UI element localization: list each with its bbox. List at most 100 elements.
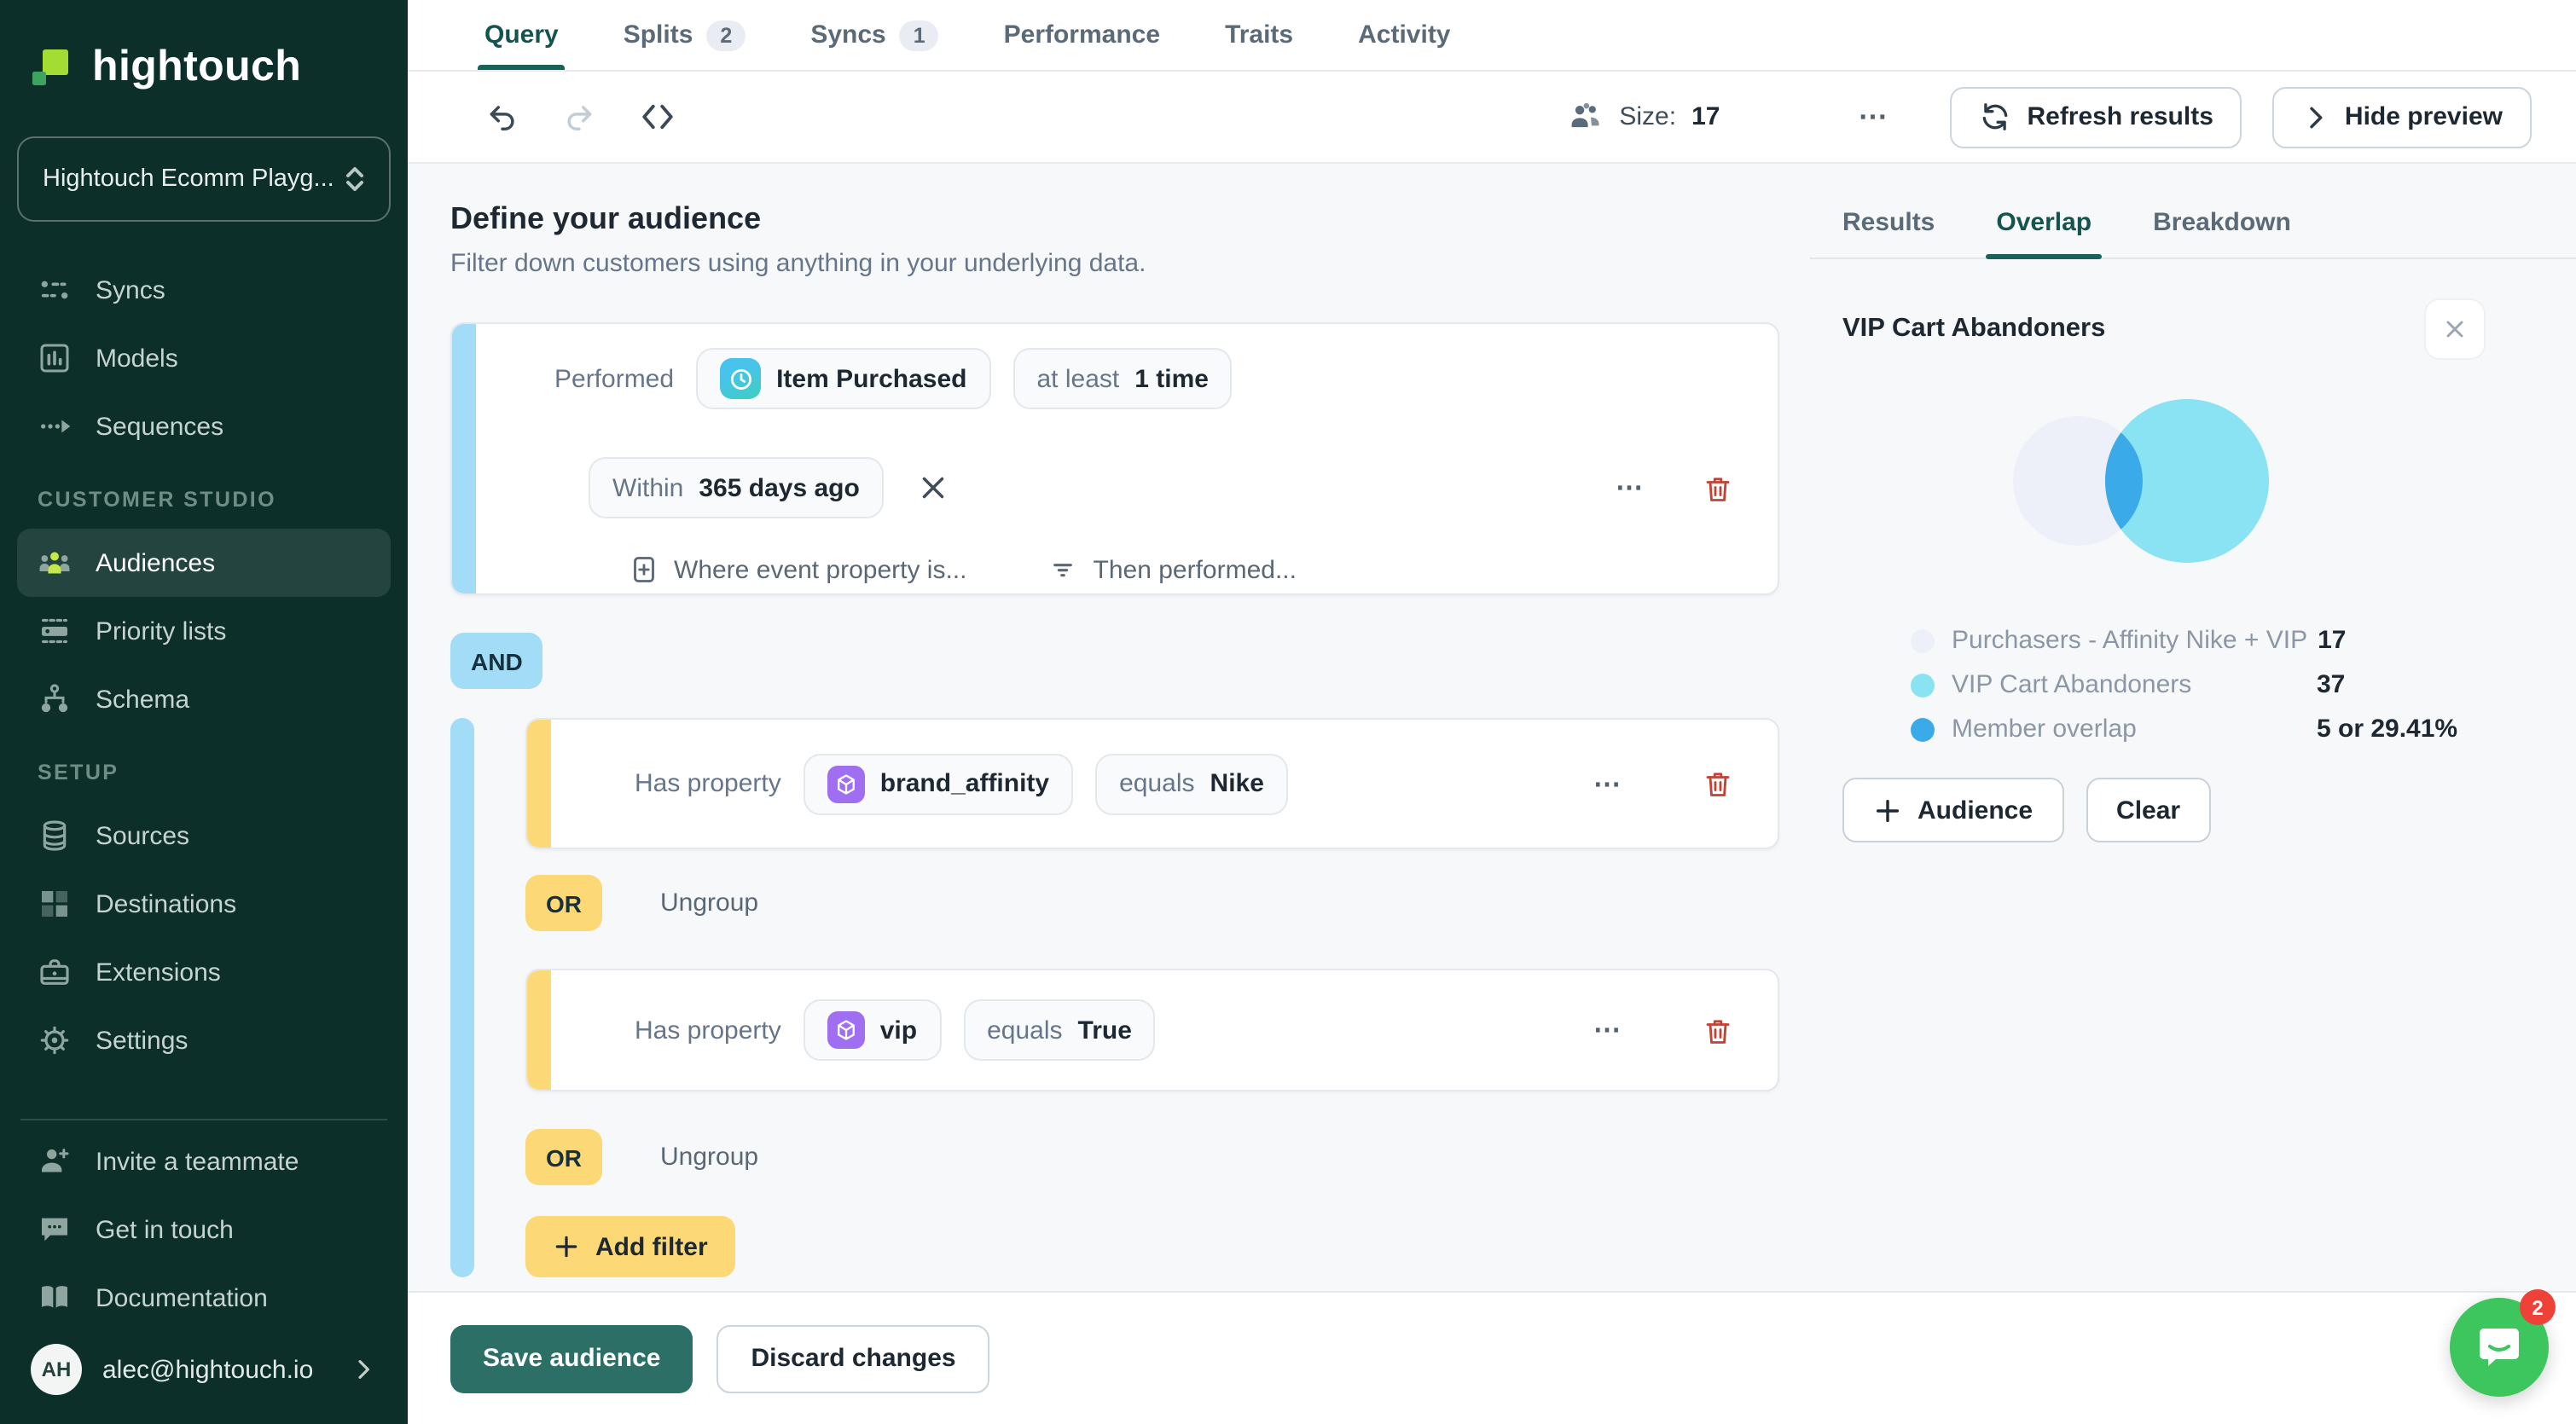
property-chip[interactable]: vip (803, 999, 942, 1061)
sidebar-item-settings[interactable]: Settings (17, 1006, 391, 1074)
sidebar-item-get-in-touch[interactable]: Get in touch (17, 1195, 391, 1264)
or-filter-group: Has property brand_affinity equals Nike … (450, 718, 1810, 1277)
property-card-strip (527, 720, 551, 848)
models-icon (38, 341, 72, 375)
sidebar-item-label: Sequences (96, 412, 224, 441)
sources-icon (38, 819, 72, 853)
event-clock-icon (720, 358, 762, 399)
operator-value-chip[interactable]: equals True (963, 999, 1156, 1061)
sidebar-item-syncs[interactable]: Syncs (17, 256, 391, 324)
tab-traits[interactable]: Traits (1225, 0, 1293, 70)
tab-breakdown[interactable]: Breakdown (2153, 208, 2291, 258)
property-card-more-button[interactable]: ⋯ (1583, 1011, 1633, 1049)
tab-splits[interactable]: Splits 2 (624, 0, 746, 70)
query-toolbar: Size: 17 ⋯ Refresh results Hide preview (408, 72, 2576, 164)
chat-bubble-icon (38, 1213, 72, 1247)
add-filter-button[interactable]: Add filter (525, 1216, 735, 1277)
refresh-results-button[interactable]: Refresh results (1950, 86, 2242, 148)
sidebar-item-sources[interactable]: Sources (17, 802, 391, 870)
delete-event-filter-button[interactable] (1699, 468, 1737, 507)
frequency-chip[interactable]: at least 1 time (1012, 348, 1233, 409)
undo-button[interactable] (479, 94, 525, 140)
sidebar-item-label: Settings (96, 1026, 189, 1055)
and-connector-badge[interactable]: AND (450, 633, 543, 689)
sidebar-item-sequences[interactable]: Sequences (17, 392, 391, 460)
destinations-icon (38, 887, 72, 921)
sidebar-item-documentation[interactable]: Documentation (17, 1264, 391, 1332)
overlap-venn-diagram (1998, 375, 2576, 599)
property-filter-card-brand-affinity: Has property brand_affinity equals Nike … (525, 718, 1779, 849)
logo-text: hightouch (92, 42, 302, 90)
delete-property-filter-button[interactable] (1699, 1010, 1737, 1050)
event-card-more-button[interactable]: ⋯ (1605, 469, 1655, 507)
documentation-icon (38, 1281, 72, 1315)
account-menu[interactable]: AH alec@hightouch.io (17, 1332, 391, 1407)
sidebar-item-label: Invite a teammate (96, 1147, 299, 1176)
remove-time-window-button[interactable] (911, 466, 955, 510)
sidebar-item-label: Documentation (96, 1283, 268, 1312)
tab-syncs[interactable]: Syncs 1 (810, 0, 939, 70)
overlap-audience-title: VIP Cart Abandoners (1842, 314, 2106, 343)
legend-row-set-b: VIP Cart Abandoners 37 (1911, 670, 2576, 699)
save-audience-button[interactable]: Save audience (450, 1324, 693, 1392)
property-card-more-button[interactable]: ⋯ (1583, 765, 1633, 802)
workspace-name: Hightouch Ecomm Playg... (43, 165, 334, 193)
sidebar: hightouch Hightouch Ecomm Playg... Syncs… (0, 0, 408, 1424)
event-name-chip[interactable]: Item Purchased (696, 348, 991, 409)
tab-results[interactable]: Results (1842, 208, 1935, 258)
add-event-property-link[interactable]: Where event property is... (621, 553, 978, 587)
or-connector-badge[interactable]: OR (525, 1129, 602, 1185)
property-chip[interactable]: brand_affinity (803, 753, 1074, 814)
chevron-right-icon (358, 1360, 369, 1379)
tab-activity[interactable]: Activity (1358, 0, 1450, 70)
toolbar-more-button[interactable]: ⋯ (1848, 98, 1899, 136)
legend-dot-overlap (1911, 717, 1935, 741)
code-view-button[interactable] (633, 92, 682, 142)
splits-count-badge: 2 (706, 20, 746, 50)
sidebar-item-label: Models (96, 344, 178, 373)
sidebar-item-label: Destinations (96, 889, 237, 918)
plus-icon (555, 1236, 577, 1258)
has-property-label: Has property (635, 1016, 781, 1045)
hightouch-logo: hightouch (17, 31, 391, 102)
chevron-right-icon (2311, 106, 2324, 128)
sidebar-item-extensions[interactable]: Extensions (17, 938, 391, 1006)
clear-overlap-button[interactable]: Clear (2086, 778, 2212, 842)
redo-button[interactable] (556, 94, 602, 140)
sidebar-item-schema[interactable]: Schema (17, 665, 391, 733)
sidebar-item-priority-lists[interactable]: Priority lists (17, 597, 391, 665)
trash-icon (1706, 773, 1730, 796)
workspace-selector[interactable]: Hightouch Ecomm Playg... (17, 136, 391, 222)
property-filter-card-vip: Has property vip equals True ⋯ (525, 969, 1779, 1091)
discard-changes-button[interactable]: Discard changes (717, 1324, 990, 1392)
ungroup-button[interactable]: Ungroup (650, 1141, 769, 1173)
delete-property-filter-button[interactable] (1699, 764, 1737, 803)
hide-preview-button[interactable]: Hide preview (2272, 86, 2532, 148)
tab-performance[interactable]: Performance (1004, 0, 1160, 70)
intercom-chat-button[interactable]: 2 (2450, 1289, 2556, 1397)
add-overlap-audience-button[interactable]: Audience (1842, 778, 2064, 842)
tab-overlap[interactable]: Overlap (1986, 208, 2102, 259)
tab-query[interactable]: Query (477, 0, 566, 70)
account-email: alec@hightouch.io (102, 1355, 314, 1384)
users-icon (1571, 102, 1599, 128)
trash-icon (1706, 477, 1730, 501)
preview-tabs: Results Overlap Breakdown (1810, 164, 2576, 259)
sidebar-item-invite-teammate[interactable]: Invite a teammate (17, 1127, 391, 1195)
ungroup-button[interactable]: Ungroup (650, 887, 769, 919)
property-card-strip (527, 970, 551, 1090)
page-title: Define your audience (450, 201, 762, 235)
remove-overlap-audience-button[interactable] (2426, 300, 2484, 358)
operator-value-chip[interactable]: equals Nike (1095, 753, 1288, 814)
time-window-chip[interactable]: Within 365 days ago (589, 457, 884, 518)
chevron-up-down-icon (346, 167, 363, 191)
or-connector-badge[interactable]: OR (525, 875, 602, 931)
then-performed-link[interactable]: Then performed... (1039, 553, 1307, 586)
sidebar-item-models[interactable]: Models (17, 324, 391, 392)
extensions-icon (38, 955, 72, 989)
sidebar-item-destinations[interactable]: Destinations (17, 870, 391, 938)
preview-panel: Results Overlap Breakdown VIP Cart Aband… (1810, 164, 2576, 1291)
legend-dot-set-b (1911, 673, 1935, 697)
sidebar-item-audiences[interactable]: Audiences (17, 529, 391, 597)
sidebar-item-label: Get in touch (96, 1215, 234, 1244)
